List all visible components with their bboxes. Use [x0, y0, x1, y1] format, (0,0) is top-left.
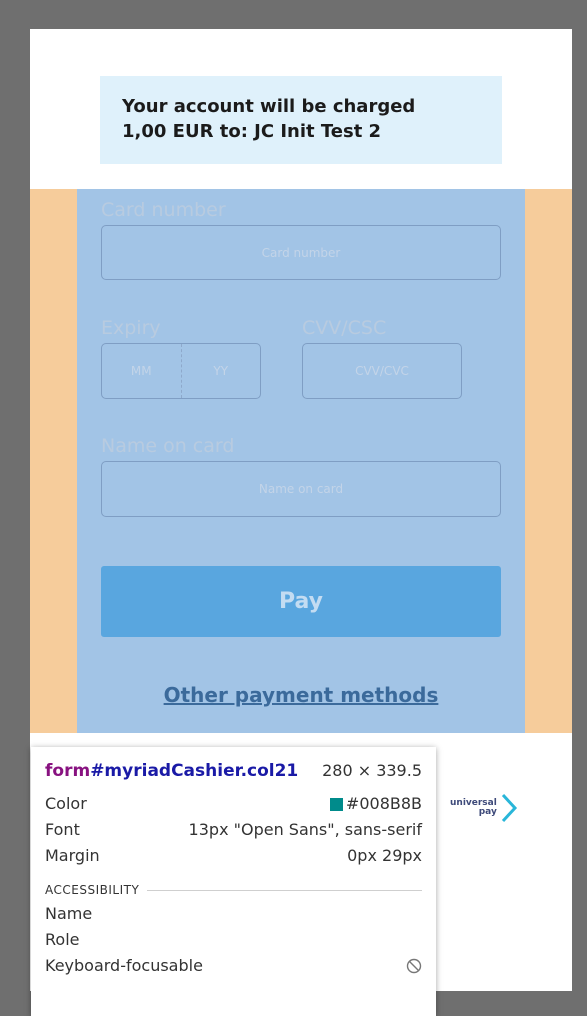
logo-text: universal pay — [450, 799, 497, 817]
cvv-label: CVV/CSC — [302, 317, 387, 339]
row-key: Font — [45, 820, 80, 839]
row-key: Name — [45, 904, 93, 923]
expiry-label: Expiry — [101, 317, 161, 339]
expiry-input[interactable]: MM YY — [101, 343, 261, 399]
card-number-input[interactable]: Card number — [101, 225, 501, 280]
expiry-month-field[interactable]: MM — [102, 364, 181, 378]
color-swatch-icon — [329, 797, 343, 811]
charge-banner: Your account will be charged 1,00 EUR to… — [100, 76, 502, 164]
other-payment-methods-link[interactable]: Other payment methods — [77, 683, 525, 707]
selector-id-class: #myriadCashier.col21 — [90, 761, 299, 781]
devtools-inspect-tooltip: form#myriadCashier.col21 280 × 339.5 Col… — [31, 747, 436, 1016]
tooltip-header: form#myriadCashier.col21 280 × 339.5 — [45, 761, 422, 781]
tooltip-row-font: Font 13px "Open Sans", sans-serif — [45, 817, 422, 843]
name-on-card-placeholder: Name on card — [258, 482, 344, 496]
row-key: Color — [45, 794, 87, 813]
row-value — [406, 953, 422, 979]
not-allowed-icon — [406, 958, 422, 974]
row-key: Keyboard-focusable — [45, 956, 203, 975]
cvv-placeholder: CVV/CVC — [355, 364, 409, 378]
name-on-card-label: Name on card — [101, 435, 235, 457]
row-key: Role — [45, 930, 80, 949]
element-size: 280 × 339.5 — [322, 761, 422, 780]
row-value: 0px 29px — [347, 846, 422, 865]
section-divider — [147, 889, 422, 891]
pay-button[interactable]: Pay — [101, 566, 501, 637]
expiry-year-placeholder: YY — [213, 364, 229, 378]
card-number-placeholder: Card number — [261, 245, 341, 260]
accessibility-title: ACCESSIBILITY — [45, 883, 140, 897]
cvv-input[interactable]: CVV/CVC — [302, 343, 462, 399]
name-on-card-input[interactable]: Name on card — [101, 461, 501, 517]
tooltip-row-keyboard-focusable: Keyboard-focusable — [45, 953, 422, 979]
selector-tag: form — [45, 761, 91, 781]
row-key: Margin — [45, 846, 100, 865]
tooltip-row-margin: Margin 0px 29px — [45, 843, 422, 869]
row-value: 13px "Open Sans", sans-serif — [188, 820, 422, 839]
expiry-year-field[interactable]: YY — [182, 364, 261, 378]
universal-pay-logo: universal pay — [450, 790, 540, 826]
charge-line-2: 1,00 EUR to: JC Init Test 2 — [122, 121, 382, 142]
charge-line-1: Your account will be charged — [122, 96, 416, 117]
tooltip-row-name: Name — [45, 901, 422, 927]
logo-line-2: pay — [478, 807, 497, 817]
expiry-month-placeholder: MM — [130, 364, 152, 378]
card-number-label: Card number — [101, 199, 226, 221]
accessibility-section-title: ACCESSIBILITY — [45, 879, 422, 901]
logo-chevron-icon — [501, 793, 517, 823]
row-value: #008B8B — [329, 791, 422, 817]
payment-form: Card number Card number Expiry MM YY CVV… — [77, 189, 525, 733]
tooltip-row-color: Color #008B8B — [45, 791, 422, 817]
tooltip-row-role: Role — [45, 927, 422, 953]
color-value: #008B8B — [345, 794, 422, 813]
element-selector: form#myriadCashier.col21 — [45, 761, 298, 781]
